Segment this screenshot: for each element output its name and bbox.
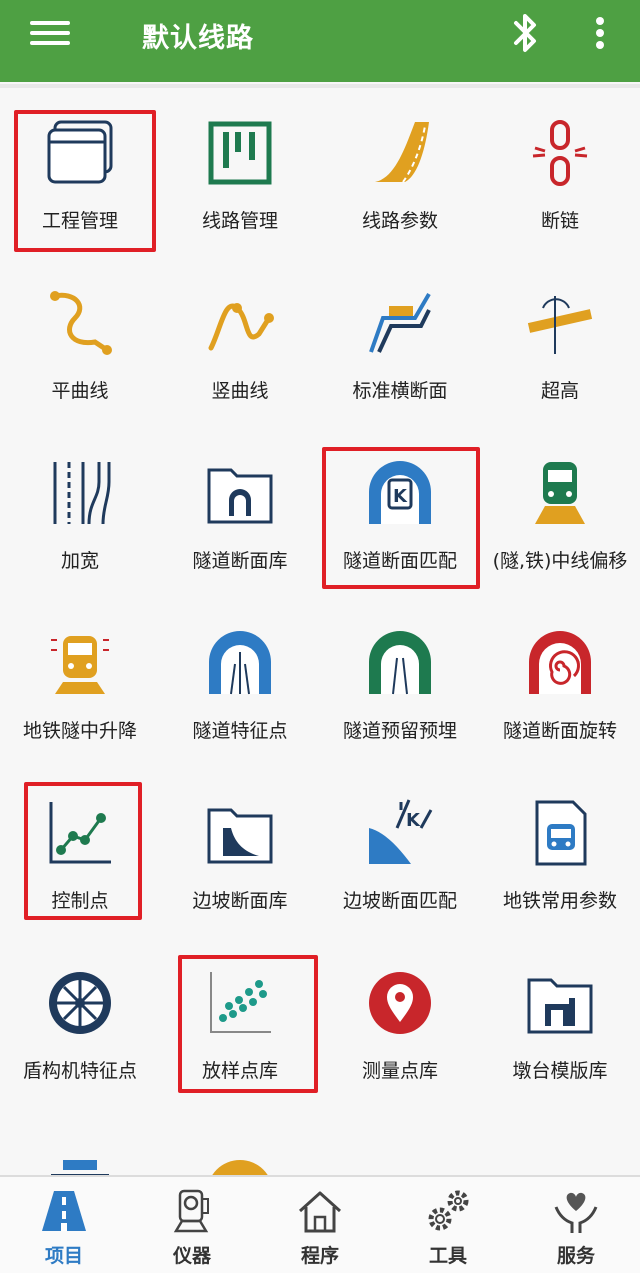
tab-tools[interactable]: 工具: [384, 1177, 512, 1273]
superelevation-icon: [527, 296, 593, 354]
more-vertical-icon[interactable]: [585, 12, 615, 54]
grid-item-label: 超高: [540, 380, 579, 402]
page-title: 默认线路: [142, 23, 254, 54]
grid-item-label: 线路管理: [201, 210, 278, 232]
grid-item-tunnel-section-rotate[interactable]: 隧道断面旋转: [480, 598, 640, 768]
tab-label: 工具: [428, 1245, 467, 1267]
service-heart-icon: [554, 1192, 598, 1233]
tunnel-rotate-icon: [529, 631, 591, 694]
grid-item-horizontal-curve[interactable]: 平曲线: [0, 258, 160, 428]
bluetooth-icon[interactable]: [508, 12, 544, 54]
shield-machine-icon: [49, 972, 111, 1034]
grid-item-shield-machine-points[interactable]: 盾构机特征点: [0, 938, 160, 1108]
grid-item-label: 测量点库: [361, 1060, 438, 1082]
grid-item-widening[interactable]: 加宽: [0, 428, 160, 598]
tab-label: 仪器: [172, 1245, 211, 1267]
tab-project[interactable]: 项目: [0, 1177, 128, 1273]
map-pin-icon: [369, 972, 431, 1034]
route-frame-icon: [208, 121, 272, 185]
slope-match-icon: K: [369, 799, 433, 864]
hamburger-icon[interactable]: [30, 16, 70, 52]
grid-item-broken-chain[interactable]: 断链: [480, 88, 640, 258]
grid-item-tunnel-section-library[interactable]: 隧道断面库: [160, 428, 320, 598]
tunnel-reserve-icon: [369, 631, 431, 695]
grid-item-route-parameters[interactable]: 线路参数: [320, 88, 480, 258]
grid-item-survey-points[interactable]: 测量点库: [320, 938, 480, 1108]
yellow-circle-icon: [212, 1160, 268, 1175]
grid-item-metro-common-params[interactable]: 地铁常用参数: [480, 768, 640, 938]
grid-item-vertical-curve[interactable]: 竖曲线: [160, 258, 320, 428]
gears-icon: [428, 1190, 469, 1231]
vertical-curve-icon: [208, 303, 274, 351]
grid-item-pier-template-library[interactable]: 墩台模版库: [480, 938, 640, 1108]
tab-program[interactable]: 程序: [256, 1177, 384, 1273]
tab-instrument[interactable]: 仪器: [128, 1177, 256, 1273]
grid-item-label: 墩台模版库: [512, 1060, 608, 1082]
grid-item-label: 加宽: [60, 550, 99, 572]
grid-item-label: 边坡断面库: [192, 890, 288, 912]
highlight-project-management: [14, 110, 156, 252]
tunnel-folder-icon: [207, 468, 273, 524]
metro-doc-icon: [535, 800, 587, 866]
app-bar: 默认线路: [0, 0, 640, 82]
house-icon: [298, 1191, 342, 1233]
road-curve-icon: [375, 122, 429, 183]
grid-item-label: 地铁常用参数: [502, 890, 617, 912]
road-partial-icon: [51, 1160, 109, 1175]
grid-item-label: 隧道断面旋转: [502, 720, 617, 742]
tab-label: 项目: [44, 1245, 83, 1267]
grid-item-label: 断链: [540, 210, 579, 232]
highlight-stakeout-points: [178, 955, 318, 1093]
grid-item-partial-road[interactable]: [0, 1108, 160, 1175]
slope-folder-icon: [207, 808, 273, 864]
tab-label: 程序: [300, 1245, 339, 1267]
highlight-tunnel-section-match: [322, 447, 480, 589]
tab-service[interactable]: 服务: [512, 1177, 640, 1273]
highlight-control-points: [24, 782, 142, 920]
grid-item-tunnel-reserve[interactable]: 隧道预留预埋: [320, 598, 480, 768]
widening-lanes-icon: [53, 462, 111, 525]
road-tab-icon: [42, 1191, 86, 1231]
train-offset-icon: [535, 462, 585, 524]
grid-item-label: 竖曲线: [211, 380, 269, 402]
grid-item-label: 平曲线: [51, 380, 109, 402]
grid-item-route-management[interactable]: 线路管理: [160, 88, 320, 258]
grid-item-standard-cross-section[interactable]: 标准横断面: [320, 258, 480, 428]
broken-chain-icon: [532, 120, 588, 186]
grid-item-superelevation[interactable]: 超高: [480, 258, 640, 428]
grid-item-tunnel-feature-points[interactable]: 隧道特征点: [160, 598, 320, 768]
grid-item-label: 标准横断面: [352, 380, 448, 402]
grid-item-partial-circle[interactable]: [160, 1108, 320, 1175]
grid-item-label: 边坡断面匹配: [342, 890, 457, 912]
grid-item-label: 线路参数: [361, 210, 438, 232]
tab-label: 服务: [556, 1245, 595, 1267]
grid-item-slope-section-match[interactable]: K 边坡断面匹配: [320, 768, 480, 938]
pier-folder-icon: [527, 978, 593, 1034]
tunnel-feature-icon: [209, 631, 271, 695]
grid-item-centerline-offset[interactable]: (隧,铁)中线偏移: [480, 428, 640, 598]
grid-item-label: 地铁隧中升降: [22, 720, 137, 742]
grid-item-label: 隧道断面库: [192, 550, 288, 572]
grid-item-metro-lift[interactable]: 地铁隧中升降: [0, 598, 160, 768]
grid-item-slope-section-library[interactable]: 边坡断面库: [160, 768, 320, 938]
horizontal-curve-icon: [50, 291, 112, 355]
instrument-icon: [173, 1189, 209, 1233]
grid-item-label: 盾构机特征点: [22, 1060, 137, 1082]
metro-train-icon: [51, 636, 109, 694]
bottom-navigation: 项目 仪器 程序 工具 服务: [0, 1175, 640, 1273]
cross-section-icon: [369, 292, 431, 353]
svg-text:K: K: [406, 810, 421, 831]
grid-item-label: 隧道预留预埋: [342, 720, 457, 742]
grid-item-label: 隧道特征点: [192, 720, 288, 742]
grid-item-label: (隧,铁)中线偏移: [492, 550, 628, 572]
